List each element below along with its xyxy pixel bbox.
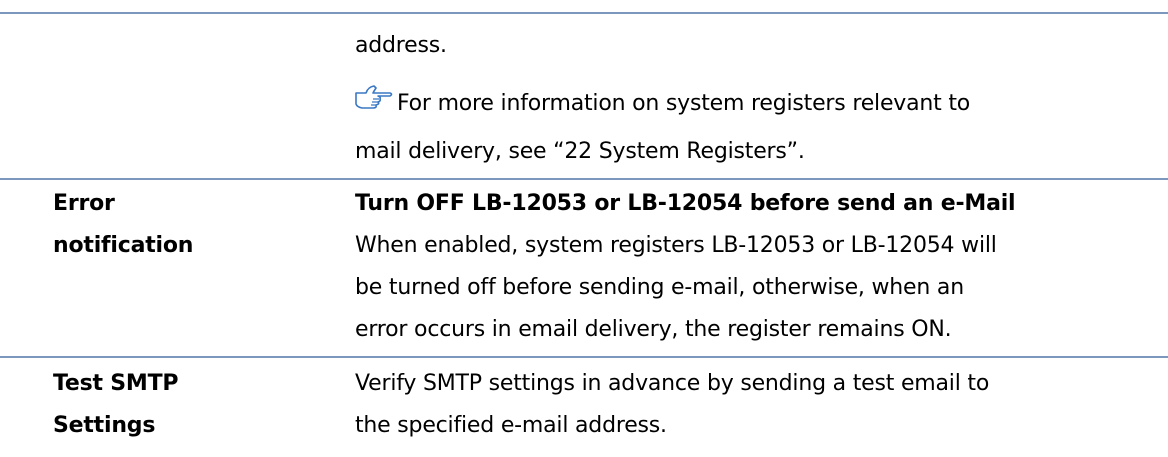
row-label-notification: notification [53,233,194,258]
table-rule [0,178,1168,180]
note-line-2: mail delivery, see “22 System Registers”… [355,139,805,164]
desc-line: the specified e-mail address. [355,413,667,438]
desc-line: When enabled, system registers LB-12053 … [355,233,997,258]
row-label-settings: Settings [53,413,156,438]
desc-line: error occurs in email delivery, the regi… [355,317,952,342]
note-line-1: For more information on system registers… [397,91,971,116]
row-label-test-smtp: Test SMTP [53,371,179,396]
desc-line: be turned off before sending e-mail, oth… [355,275,964,300]
table-rule [0,356,1168,358]
table-rule-top [0,12,1168,14]
pointing-hand-icon [355,85,393,109]
desc-line: Verify SMTP settings in advance by sendi… [355,371,990,396]
option-heading: Turn OFF LB-12053 or LB-12054 before sen… [355,191,1016,216]
row-label-error: Error [53,191,115,216]
row1-text: address. [355,33,447,58]
